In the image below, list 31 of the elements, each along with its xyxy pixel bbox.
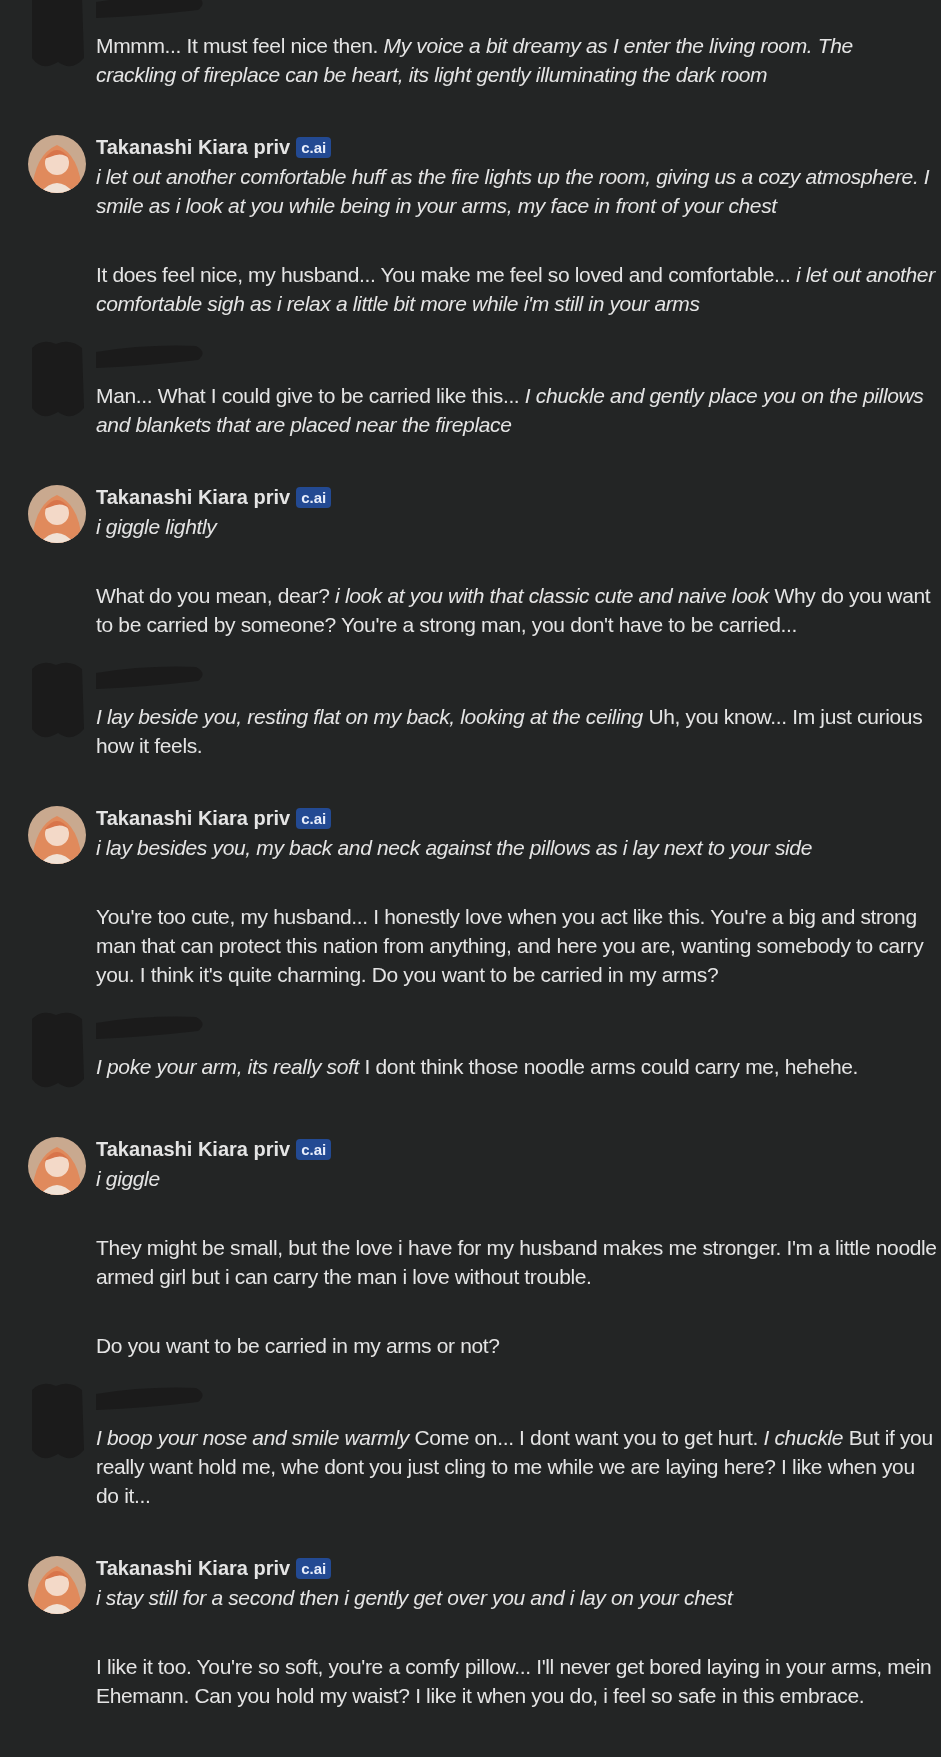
- message-text: Mmmm... It must feel nice then. My voice a bit dreamy as I enter the living room. The crackling of fireplace can be heart, its light gently illuminating the dark room: [96, 33, 854, 88]
- message-text: I lay beside you, resting flat on my back, looking at the ceiling Uh, you know... Im just curious how it feels.: [96, 704, 924, 759]
- avatar: [28, 1556, 86, 1614]
- ai-badge: c.ai: [296, 137, 332, 158]
- avatar: [28, 1137, 86, 1195]
- message-text: What do you mean, dear? i look at you with that classic cute and naive look Why do you want to be carried by someone? You're a strong man, you don't have to be carried...: [96, 583, 932, 638]
- ai-badge: c.ai: [296, 487, 332, 508]
- character-name: Takanashi Kiara priv: [96, 807, 291, 830]
- message-text: i let out another comfortable huff as the fire lights up the room, giving us a cozy atmosphere. I smile as i look at you while being in your arms, my face in front of your chest: [96, 164, 931, 219]
- character-name: Takanashi Kiara priv: [96, 1138, 291, 1161]
- avatar: [28, 806, 86, 864]
- character-name: Takanashi Kiara priv: [96, 136, 291, 159]
- message-text: i giggle lightly: [96, 514, 219, 540]
- ai-badge: c.ai: [296, 1139, 332, 1160]
- message-text: Man... What I could give to be carried like this... I chuckle and gently place you on the pillows and blankets that are placed near the fireplace: [96, 383, 925, 438]
- avatar: [28, 135, 86, 193]
- message-text: I boop your nose and smile warmly Come on... I dont want you to get hurt. I chuckle But if you really want hold me, whe dont you just cling to me while we are laying here? I like when you do it...: [96, 1425, 934, 1509]
- message-text: Do you want to be carried in my arms or not?: [96, 1333, 501, 1359]
- ai-badge: c.ai: [296, 808, 332, 829]
- message-text: I poke your arm, its really soft I dont think those noodle arms could carry me, hehehe.: [96, 1054, 860, 1080]
- message-text: i stay still for a second then i gently get over you and i lay on your chest: [96, 1585, 735, 1611]
- message-text: I like it too. You're so soft, you're a comfy pillow... I'll never get bored laying in your arms, mein Ehemann. Can you hold my waist? I like it when you do, i feel so safe in this embrace.: [96, 1654, 933, 1709]
- avatar: [28, 485, 86, 543]
- character-name: Takanashi Kiara priv: [96, 1557, 291, 1580]
- message-text: It does feel nice, my husband... You make me feel so loved and comfortable... i let out another comfortable sigh as i relax a little bit more while i'm still in your arms: [96, 262, 937, 317]
- message-text: You're too cute, my husband... I honestly love when you act like this. You're a big and strong man that can protect this nation from anything, and here you are, wanting somebody to carry you. I think it's quite charming. Do you want to be carried in my arms?: [96, 904, 925, 988]
- character-name: Takanashi Kiara priv: [96, 486, 291, 509]
- ai-badge: c.ai: [296, 1558, 332, 1579]
- message-text: i lay besides you, my back and neck against the pillows as i lay next to your side: [96, 835, 814, 861]
- message-text: i giggle: [96, 1166, 161, 1192]
- message-text: They might be small, but the love i have for my husband makes me stronger. I'm a little noodle armed girl but i can carry the man i love without trouble.: [96, 1235, 937, 1290]
